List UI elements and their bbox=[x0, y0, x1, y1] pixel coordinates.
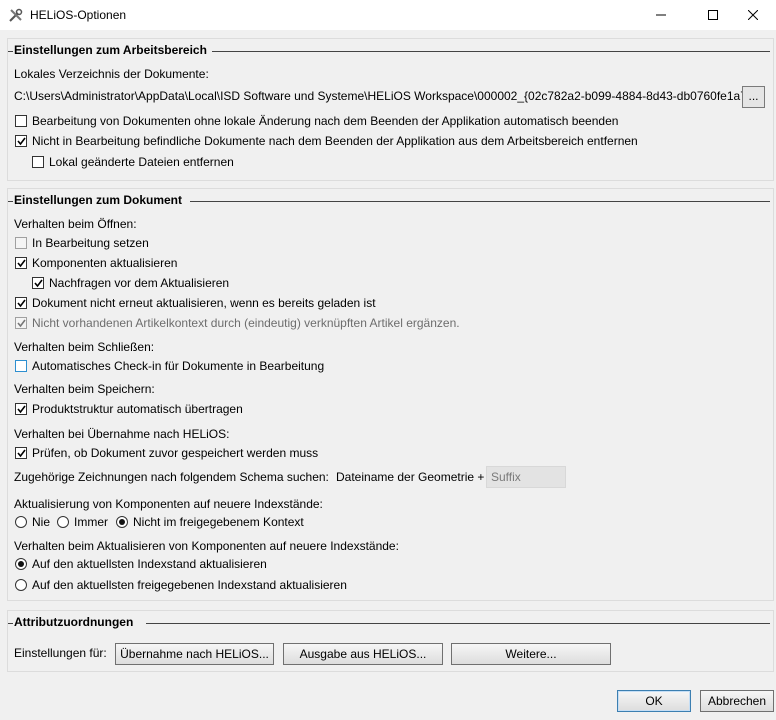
close-icon bbox=[748, 10, 758, 20]
checkmark-icon bbox=[34, 279, 43, 288]
section-rule bbox=[8, 201, 13, 202]
checkmark-icon bbox=[17, 449, 26, 458]
radio-latest-index[interactable] bbox=[15, 558, 27, 570]
close-button[interactable] bbox=[730, 0, 776, 30]
checkbox-auto-end-edit[interactable] bbox=[15, 115, 27, 127]
checkmark-icon bbox=[17, 299, 26, 308]
section-rule bbox=[212, 51, 770, 52]
cancel-button[interactable]: Abbrechen bbox=[700, 690, 774, 712]
settings-for-label: Einstellungen für: bbox=[14, 646, 107, 660]
attributes-heading: Attributzuordnungen bbox=[14, 615, 134, 629]
checkbox-ask-before-update[interactable] bbox=[32, 277, 44, 289]
option-label: Lokal geänderte Dateien entfernen bbox=[49, 155, 234, 169]
option-label: Dokument nicht erneut aktualisieren, wen… bbox=[32, 296, 376, 310]
option-label: Nicht vorhandenen Artikelkontext durch (… bbox=[32, 316, 460, 330]
option-label: Nachfragen vor dem Aktualisieren bbox=[49, 276, 230, 290]
transfer-to-helios-button[interactable]: Übernahme nach HELiOS... bbox=[115, 643, 274, 665]
checkbox-remove-local-changed[interactable] bbox=[32, 156, 44, 168]
workspace-heading: Einstellungen zum Arbeitsbereich bbox=[14, 43, 207, 57]
option-label: In Bearbeitung setzen bbox=[32, 236, 149, 250]
dir-label: Lokales Verzeichnis der Dokumente: bbox=[14, 67, 209, 81]
radio-label: Immer bbox=[74, 515, 108, 529]
section-rule bbox=[8, 51, 13, 52]
radio-latest-released-index[interactable] bbox=[15, 579, 27, 591]
maximize-icon bbox=[708, 10, 718, 20]
tools-icon bbox=[9, 8, 23, 22]
dir-path-field[interactable]: C:\Users\Administrator\AppData\Local\ISD… bbox=[14, 89, 758, 103]
checkbox-remove-docs[interactable] bbox=[15, 135, 27, 147]
radio-label: Auf den aktuellsten freigegebenen Indexs… bbox=[32, 578, 347, 592]
option-label: Bearbeitung von Dokumenten ohne lokale Ä… bbox=[32, 114, 619, 128]
transfer-behavior-label: Verhalten bei Übernahme nach HELiOS: bbox=[14, 427, 230, 441]
checkmark-icon bbox=[17, 259, 26, 268]
radio-selected-dot bbox=[119, 519, 125, 525]
checkbox-article-context[interactable] bbox=[15, 317, 27, 329]
section-rule bbox=[146, 623, 770, 624]
radio-always[interactable] bbox=[57, 516, 69, 528]
checkbox-set-in-edit[interactable] bbox=[15, 237, 27, 249]
close-behavior-label: Verhalten beim Schließen: bbox=[14, 340, 155, 354]
save-behavior-label: Verhalten beim Speichern: bbox=[14, 382, 155, 396]
checkmark-icon bbox=[17, 137, 26, 146]
radio-not-released-context[interactable] bbox=[116, 516, 128, 528]
option-label: Nicht in Bearbeitung befindliche Dokumen… bbox=[32, 134, 638, 148]
open-behavior-label: Verhalten beim Öffnen: bbox=[14, 217, 137, 231]
radio-selected-dot bbox=[18, 561, 24, 567]
section-rule bbox=[190, 201, 770, 202]
checkbox-check-saved[interactable] bbox=[15, 447, 27, 459]
minimize-icon bbox=[656, 14, 666, 16]
document-heading: Einstellungen zum Dokument bbox=[14, 193, 183, 207]
index-label: Aktualisierung von Komponenten auf neuer… bbox=[14, 497, 323, 511]
more-button[interactable]: Weitere... bbox=[451, 643, 611, 665]
minimize-button[interactable] bbox=[638, 0, 684, 30]
drawings-label: Zugehörige Zeichnungen nach folgendem Sc… bbox=[14, 470, 329, 484]
radio-label: Auf den aktuellsten Indexstand aktualisi… bbox=[32, 557, 267, 571]
ok-button[interactable]: OK bbox=[617, 690, 691, 712]
window-title: HELiOS-Optionen bbox=[30, 8, 127, 22]
drawings-schema: Dateiname der Geometrie + bbox=[336, 470, 485, 484]
browse-button[interactable]: ... bbox=[742, 86, 765, 108]
output-from-helios-button[interactable]: Ausgabe aus HELiOS... bbox=[283, 643, 443, 665]
section-rule bbox=[8, 623, 13, 624]
option-label: Komponenten aktualisieren bbox=[32, 256, 178, 270]
option-label: Prüfen, ob Dokument zuvor gespeichert we… bbox=[32, 446, 319, 460]
checkbox-auto-checkin[interactable] bbox=[15, 360, 27, 372]
radio-never[interactable] bbox=[15, 516, 27, 528]
title-bar: HELiOS-Optionen bbox=[0, 0, 776, 30]
radio-label: Nie bbox=[32, 515, 51, 529]
checkbox-transfer-structure[interactable] bbox=[15, 403, 27, 415]
checkbox-no-reupdate[interactable] bbox=[15, 297, 27, 309]
checkmark-icon bbox=[17, 405, 26, 414]
suffix-input[interactable]: Suffix bbox=[486, 466, 566, 488]
option-label: Automatisches Check-in für Dokumente in … bbox=[32, 359, 325, 373]
radio-label: Nicht im freigegebenem Kontext bbox=[133, 515, 304, 529]
checkbox-update-components[interactable] bbox=[15, 257, 27, 269]
checkmark-icon bbox=[17, 319, 26, 328]
option-label: Produktstruktur automatisch übertragen bbox=[32, 402, 243, 416]
index-update-label: Verhalten beim Aktualisieren von Kompone… bbox=[14, 539, 399, 553]
